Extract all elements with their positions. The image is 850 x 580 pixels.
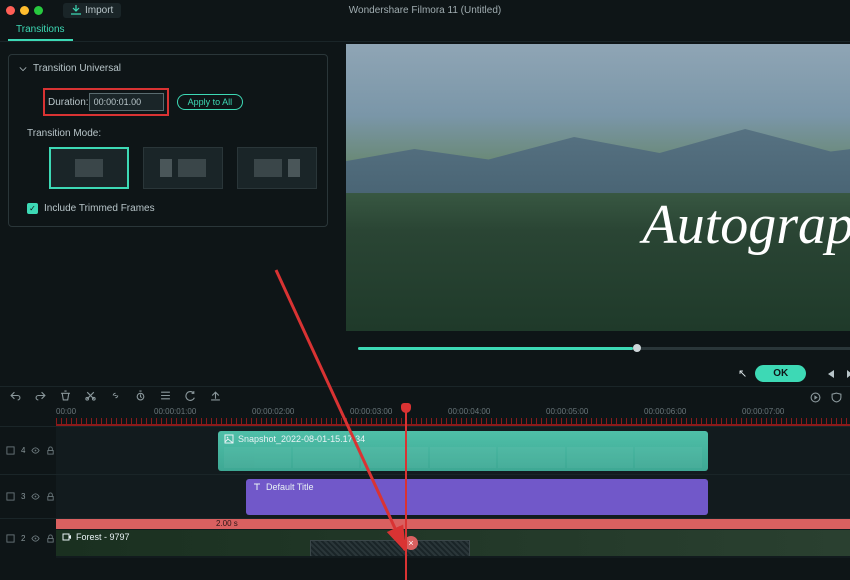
clip-duration-bar: 2.00 s <box>56 519 850 529</box>
transition-panel: Transition Universal Duration: Apply to … <box>8 54 328 227</box>
link-icon[interactable] <box>110 390 121 401</box>
lock-icon[interactable] <box>46 446 55 455</box>
refresh-icon[interactable] <box>185 390 196 401</box>
check-icon: ✓ <box>29 204 36 213</box>
trash-icon[interactable] <box>60 390 71 401</box>
mode-prefix[interactable] <box>143 147 223 189</box>
timer-icon[interactable] <box>135 390 146 401</box>
lock-icon[interactable] <box>46 534 55 543</box>
text-icon <box>252 482 262 492</box>
import-label: Import <box>85 5 113 16</box>
import-button[interactable]: Import <box>63 3 121 18</box>
cut-icon[interactable] <box>85 390 96 401</box>
redo-icon[interactable] <box>35 390 46 401</box>
clip-snapshot[interactable]: Snapshot_2022-08-01-15.17.34 <box>218 431 708 471</box>
prev-icon[interactable] <box>826 369 836 379</box>
video-icon <box>62 532 72 542</box>
track-head-3: 3 <box>0 475 56 518</box>
clip-default-title[interactable]: Default Title <box>246 479 708 515</box>
minimize-window[interactable] <box>20 6 29 15</box>
ruler-tick: 00:00:05:00 <box>546 407 588 416</box>
ruler-tick: 00:00 <box>56 407 76 416</box>
menu-icon[interactable] <box>160 390 171 401</box>
app-title: Wondershare Filmora 11 (Untitled) <box>349 5 501 16</box>
clip-title-label: Default Title <box>266 482 314 492</box>
preview-viewport[interactable]: Autograph <box>346 44 850 331</box>
ruler-tick: 00:00:03:00 <box>350 407 392 416</box>
chevron-down-icon[interactable] <box>19 65 27 73</box>
ruler-tick: 00:00:07:00 <box>742 407 784 416</box>
image-icon <box>224 434 234 444</box>
preview-overlay-text: Autograph <box>643 193 850 257</box>
clip-forest-label: Forest - 9797 <box>76 532 130 542</box>
track-head-4: 4 <box>0 427 56 474</box>
close-icon: × <box>408 538 413 548</box>
ok-button[interactable]: OK <box>755 365 806 382</box>
maximize-window[interactable] <box>34 6 43 15</box>
cursor-icon: ↖ <box>738 367 747 380</box>
tab-transitions[interactable]: Transitions <box>8 20 73 41</box>
panel-title: Transition Universal <box>33 63 121 74</box>
step-icon[interactable] <box>846 369 850 379</box>
eye-icon[interactable] <box>31 446 40 455</box>
ruler-tick: 00:00:06:00 <box>644 407 686 416</box>
ruler-tick: 00:00:02:00 <box>252 407 294 416</box>
square-icon[interactable] <box>6 534 15 543</box>
export-icon[interactable] <box>210 390 221 401</box>
timeline-ruler[interactable]: 00:00 00:00:01:00 00:00:02:00 00:00:03:00 00… <box>56 404 850 426</box>
clip-forest[interactable]: Forest - 9797 × <box>56 530 850 556</box>
play-circle-icon[interactable] <box>810 392 821 403</box>
transition-region[interactable] <box>310 540 470 556</box>
eye-icon[interactable] <box>31 534 40 543</box>
clip-snapshot-label: Snapshot_2022-08-01-15.17.34 <box>238 434 365 444</box>
import-icon <box>71 5 81 15</box>
duration-label: Duration: <box>48 97 89 108</box>
preview-progress[interactable] <box>358 347 850 350</box>
track-head-2: 2 <box>0 519 56 558</box>
shield-icon[interactable] <box>831 392 842 403</box>
playhead[interactable] <box>405 404 407 580</box>
include-trimmed-label: Include Trimmed Frames <box>44 203 155 214</box>
include-trimmed-checkbox[interactable]: ✓ <box>27 203 38 214</box>
square-icon[interactable] <box>6 492 15 501</box>
close-window[interactable] <box>6 6 15 15</box>
eye-icon[interactable] <box>31 492 40 501</box>
lock-icon[interactable] <box>46 492 55 501</box>
square-icon[interactable] <box>6 446 15 455</box>
transition-mode-label: Transition Mode: <box>27 128 317 139</box>
mode-postfix[interactable] <box>237 147 317 189</box>
track-num-4: 4 <box>21 446 25 455</box>
track-num-2: 2 <box>21 534 25 543</box>
apply-to-all-button[interactable]: Apply to All <box>177 94 244 110</box>
window-controls[interactable] <box>6 6 43 15</box>
ruler-tick: 00:00:04:00 <box>448 407 490 416</box>
undo-icon[interactable] <box>10 390 21 401</box>
mode-overlap[interactable] <box>49 147 129 189</box>
ruler-tick: 00:00:01:00 <box>154 407 196 416</box>
track-num-3: 3 <box>21 492 25 501</box>
clip-duration-text: 2.00 s <box>216 519 238 528</box>
duration-input[interactable] <box>89 93 164 111</box>
